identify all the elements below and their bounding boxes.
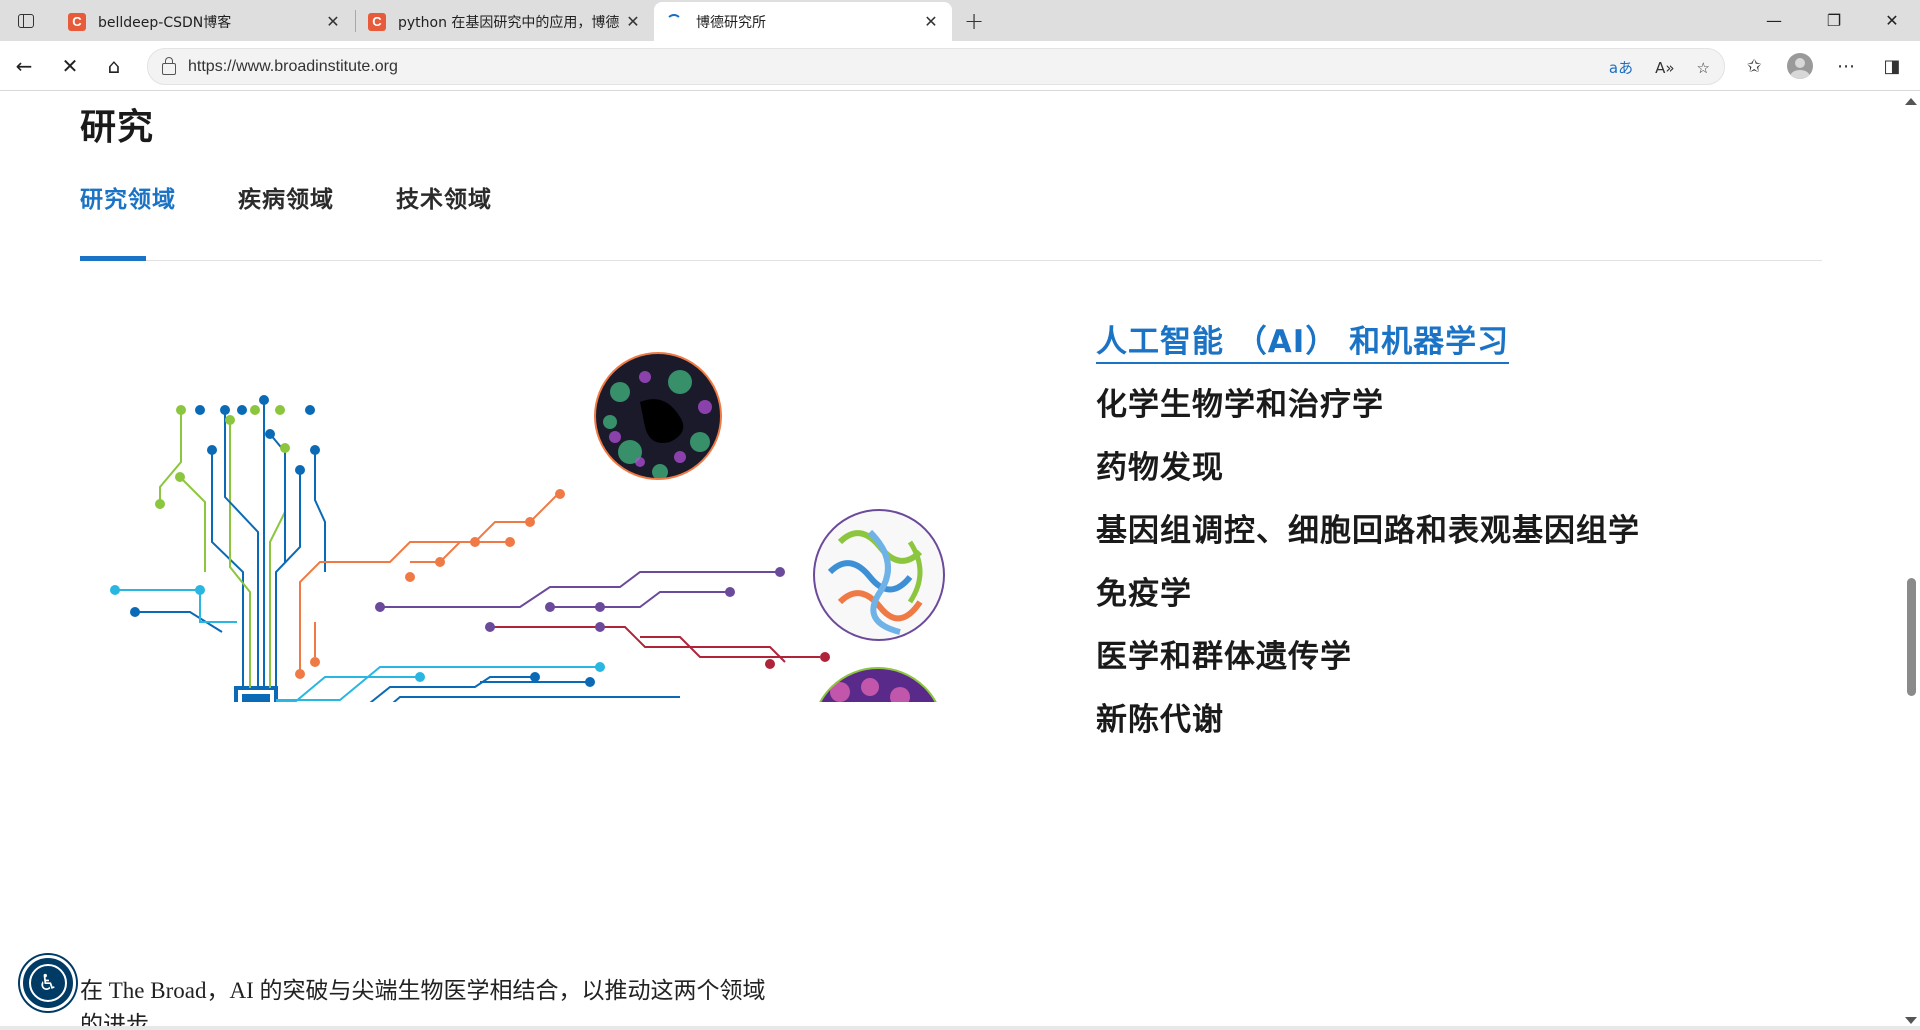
favorites-icon[interactable]: ✩: [1738, 50, 1770, 82]
restore-button[interactable]: ❐: [1804, 0, 1864, 41]
area-metabolism[interactable]: 新陈代谢: [1096, 698, 1640, 761]
tab-csdn-blog[interactable]: C belldeep-CSDN博客 ✕: [56, 2, 354, 41]
more-menu-icon[interactable]: ⋯: [1830, 50, 1862, 82]
scroll-up-icon[interactable]: [1905, 98, 1917, 105]
close-tab-icon[interactable]: ✕: [320, 9, 346, 35]
back-button[interactable]: ←: [8, 50, 40, 82]
tab-actions-button[interactable]: [8, 6, 44, 36]
avatar: [1787, 53, 1813, 79]
profile-button[interactable]: [1784, 50, 1816, 82]
close-tab-icon[interactable]: ✕: [620, 9, 646, 35]
address-bar[interactable]: https://www.broadinstitute.org aあ A» ☆: [147, 48, 1725, 85]
accessibility-button[interactable]: ♿: [20, 955, 76, 1011]
page-title: 研究: [80, 107, 155, 148]
minimize-button[interactable]: —: [1744, 0, 1804, 41]
tab-research-areas[interactable]: 研究领域: [80, 180, 176, 214]
tab-python-article[interactable]: C python 在基因研究中的应用，博德 ✕: [356, 2, 654, 41]
tab-title: python 在基因研究中的应用，博德: [398, 14, 620, 31]
window-bottom-border: [0, 1026, 1920, 1030]
url-text[interactable]: https://www.broadinstitute.org: [188, 58, 398, 76]
accessibility-icon: ♿: [29, 964, 67, 1002]
lock-icon[interactable]: [162, 56, 176, 75]
area-medical-population-genetics[interactable]: 医学和群体遗传学: [1096, 635, 1640, 698]
home-button[interactable]: ⌂: [98, 50, 130, 82]
close-window-button[interactable]: ✕: [1862, 0, 1920, 41]
sidebar-toggle-icon[interactable]: ◨: [1876, 50, 1908, 82]
research-tabs: 研究领域 疾病领域 技术领域: [80, 180, 492, 214]
area-immunology[interactable]: 免疫学: [1096, 572, 1640, 635]
tabs-divider: [80, 260, 1822, 261]
tab-broad-institute[interactable]: 博德研究所 ✕: [654, 2, 952, 41]
csdn-favicon-icon: C: [68, 12, 86, 31]
read-aloud-icon[interactable]: A»: [1655, 59, 1674, 77]
area-ai-ml-label[interactable]: 人工智能 （AI） 和机器学习: [1096, 324, 1510, 364]
scroll-down-icon[interactable]: [1905, 1017, 1917, 1024]
tab-strip: C belldeep-CSDN博客 ✕ C python 在基因研究中的应用，博…: [0, 0, 1920, 41]
area-chemical-biology[interactable]: 化学生物学和治疗学: [1096, 383, 1640, 446]
research-areas-list: 人工智能 （AI） 和机器学习 化学生物学和治疗学 药物发现 基因组调控、细胞回…: [1096, 320, 1640, 761]
tab-technology-areas[interactable]: 技术领域: [396, 180, 492, 214]
research-illustration: [80, 322, 950, 702]
translate-icon[interactable]: aあ: [1609, 57, 1633, 78]
new-tab-button[interactable]: +: [958, 6, 990, 36]
scrollbar-thumb[interactable]: [1907, 578, 1916, 696]
tab-title: belldeep-CSDN博客: [98, 14, 232, 31]
tab-disease-areas[interactable]: 疾病领域: [238, 180, 334, 214]
area-ai-ml[interactable]: 人工智能 （AI） 和机器学习: [1096, 320, 1640, 383]
stop-loading-button[interactable]: ✕: [54, 50, 86, 82]
csdn-favicon-icon: C: [368, 12, 386, 31]
active-tab-indicator: [80, 256, 146, 261]
circuit-illustration: [110, 352, 945, 702]
browser-toolbar: ← ✕ ⌂ https://www.broadinstitute.org aあ …: [0, 41, 1920, 91]
area-drug-discovery[interactable]: 药物发现: [1096, 446, 1640, 509]
close-tab-icon[interactable]: ✕: [918, 9, 944, 35]
page-scrollbar[interactable]: [1902, 92, 1920, 1030]
tab-actions-icon: [18, 14, 34, 28]
area-description: 在 The Broad，AI 的突破与尖端生物医学相结合，以推动这两个领域的进步: [80, 978, 766, 1030]
tab-title: 博德研究所: [696, 14, 766, 31]
favorite-star-icon[interactable]: ☆: [1697, 59, 1710, 77]
page-content: 研究 研究领域 疾病领域 技术领域 人工智能 （AI） 和机器学习 化学生物学和…: [0, 92, 1920, 1030]
area-genome-regulation[interactable]: 基因组调控、细胞回路和表观基因组学: [1096, 509, 1640, 572]
loading-spinner-icon: [666, 13, 682, 30]
